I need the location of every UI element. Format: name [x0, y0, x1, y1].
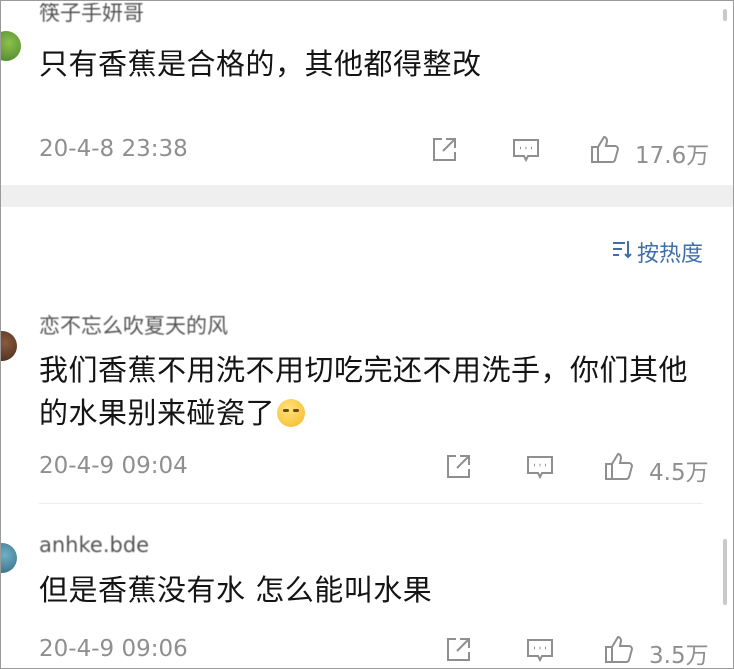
sweat-smile-emoji [277, 399, 306, 427]
scrollbar[interactable] [723, 9, 727, 21]
thumbs-up-icon[interactable] [589, 133, 621, 165]
comment-text-body: 我们香蕉不用洗不用切吃完还不用洗手，你们其他的水果别来碰瓷了 [39, 353, 689, 430]
comment-timestamp: 20-4-8 23:38 [39, 136, 188, 162]
thumbs-up-icon[interactable] [603, 450, 635, 482]
like-count: 4.5万 [649, 460, 709, 486]
share-icon[interactable] [429, 135, 459, 165]
like-count: 17.6万 [635, 143, 710, 169]
comment-icon[interactable] [525, 452, 555, 482]
avatar[interactable] [1, 31, 21, 61]
comment-divider [39, 503, 703, 504]
comment-timestamp: 20-4-9 09:04 [39, 453, 188, 479]
comment-icon[interactable] [511, 135, 541, 165]
comment-timestamp: 20-4-9 09:06 [39, 636, 188, 662]
share-icon[interactable] [443, 452, 473, 482]
section-divider [1, 185, 733, 207]
avatar[interactable] [1, 543, 17, 573]
thumbs-up-icon[interactable] [603, 633, 635, 665]
share-icon[interactable] [443, 635, 473, 665]
comment-text: 只有香蕉是合格的，其他都得整改 [39, 47, 482, 81]
scrollbar[interactable] [723, 539, 727, 605]
comment-icon[interactable] [525, 635, 555, 665]
sort-by-hot-button[interactable]: 按热度 [611, 236, 703, 268]
avatar[interactable] [1, 331, 17, 361]
comment-username[interactable]: 筷子手妍哥 [39, 3, 144, 27]
comment-text: 但是香蕉没有水 怎么能叫水果 [39, 573, 433, 607]
like-count: 3.5万 [649, 643, 709, 669]
comment-panel: 筷子手妍哥 只有香蕉是合格的，其他都得整改 20-4-8 23:38 17.6万 [0, 0, 734, 669]
comment-username[interactable]: 恋不忘么吹夏天的风 [39, 313, 228, 339]
sort-label: 按热度 [636, 242, 703, 267]
comment-text: 我们香蕉不用洗不用切吃完还不用洗手，你们其他的水果别来碰瓷了 [39, 349, 714, 435]
comment-username[interactable]: anhke.bde [39, 533, 149, 557]
sort-icon [611, 238, 633, 266]
